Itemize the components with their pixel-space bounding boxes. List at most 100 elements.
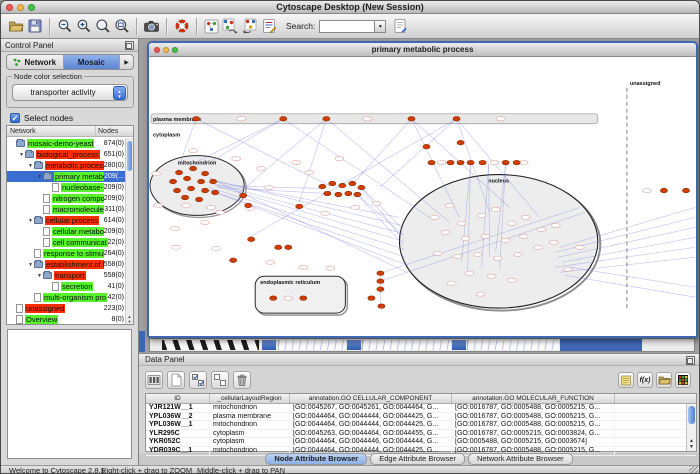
tab-node-attribute-browser[interactable]: Node Attribute Browser [265,453,367,465]
select-all-attributes-icon[interactable] [189,371,207,389]
table-column-header[interactable]: annotation.GO CELLULAR_COMPONENT [290,394,452,403]
network-canvas[interactable]: plasma membranecytoplasmmitochondrionnuc… [149,58,696,336]
table-row[interactable]: YPL036W__1mitochondrion[GO:0044464, GO:0… [146,421,696,430]
search-dropdown-arrow-icon[interactable]: ▼ [375,20,386,33]
search-input[interactable] [319,20,375,33]
tree-expander-icon[interactable]: ▼ [36,174,43,180]
table-scrollbar[interactable]: ▲▼ [686,404,696,451]
import-attributes-folder-icon[interactable] [656,372,672,388]
tree-expander-icon[interactable]: ▼ [27,218,34,224]
heatmap-matrix-icon[interactable] [675,372,691,388]
tree-row[interactable]: ▼biological_process651(0) [7,149,125,160]
annotation-icon[interactable] [259,16,278,36]
tree-row[interactable]: ▼cellular process614(0) [7,215,125,226]
table-cell-id: YLR295C [146,430,210,438]
label-endoplasmic-reticulum: endoplasmic reticulum [260,280,320,286]
label-nucleus: nucleus [488,179,509,185]
unselect-all-attributes-icon[interactable] [211,371,229,389]
notepad-icon[interactable] [618,372,634,388]
tree-expander-icon[interactable]: ▼ [27,262,34,268]
table-column-header[interactable]: ID [146,394,210,403]
tree-row[interactable]: macromolecule311(0) [7,204,125,215]
tree-row-label: cell communicat [52,238,108,247]
tree-row[interactable]: response to stimulu264(0) [7,248,125,259]
tree-row[interactable]: cell communicat22(0) [7,237,125,248]
network-label-node [457,221,466,225]
tree-scrollbar-thumb[interactable] [127,141,132,171]
tab-mosaic[interactable]: Mosaic [64,55,121,69]
tab-network-attribute-browser[interactable]: Network Attribute Browser [468,453,573,465]
background-windows-strip [149,338,695,352]
snapshot-camera-icon[interactable] [142,16,161,36]
select-nodes-checkbox[interactable]: ✓ [10,113,20,123]
tree-expander-icon[interactable]: ▼ [18,152,25,158]
background-window-fragment [347,340,361,350]
table-row[interactable]: YLR295Ccytoplasm[GO:0045263, GO:0044464,… [146,430,696,439]
node-color-dropdown[interactable]: transporter activity ▲▼ [12,84,128,101]
apply-layout-alt-icon[interactable] [240,16,259,36]
network-graph[interactable]: plasma membranecytoplasmmitochondrionnuc… [149,58,696,336]
tab-network[interactable]: Network [7,55,64,69]
new-attribute-icon[interactable] [167,371,185,389]
tree-row[interactable]: cellular metabo209(0) [7,226,125,237]
network-node [183,176,190,181]
tree-row[interactable]: nucleobase-209(0) [7,182,125,193]
tree-row[interactable]: ▼transport558(0) [7,270,125,281]
zoom-in-icon[interactable] [74,16,93,36]
tree-expander-icon[interactable]: ▼ [27,163,34,169]
tab-edge-attribute-browser[interactable]: Edge Attribute Browser [370,453,465,465]
table-column-header[interactable]: annotation.GO MOLECULAR_FUNCTION [452,394,615,403]
frame-minimize-button[interactable] [163,47,169,53]
status-zoom-hint: Right-click + drag to ZOOM [101,466,192,474]
data-panel-title: Data Panel [145,355,185,364]
zoom-selected-icon[interactable] [93,16,112,36]
table-scrollbar-arrows[interactable]: ▲▼ [687,438,696,450]
tree-row-node-count: 280(0) [104,162,125,169]
tree-row[interactable]: secretion41(0) [7,281,125,292]
birds-eye-view[interactable] [7,329,132,459]
network-node [195,197,202,202]
background-window-fragment [467,340,559,350]
network-node [240,193,247,198]
tree-row[interactable]: ▼primary metabo209(... [7,171,125,182]
resize-grip[interactable] [689,466,698,474]
file-icon [34,249,41,258]
float-panel-icon[interactable] [686,356,695,365]
table-row[interactable]: YJR121W__1mitochondrion[GO:0045267, GO:0… [146,404,696,413]
tree-expander-icon[interactable]: ▼ [36,273,43,279]
frame-zoom-button[interactable] [172,47,178,53]
tree-scrollbar-arrows[interactable]: ▲▼ [126,314,133,324]
help-lifering-icon[interactable] [172,16,191,36]
network-label-node [372,201,381,205]
table-row[interactable]: YKR052Ccytoplasm[GO:0044464, GO:0044446,… [146,438,696,447]
table-scrollbar-thumb[interactable] [688,406,695,424]
tab-overflow-arrow-icon[interactable]: ▶ [120,55,133,69]
tree-row[interactable]: mosaic-demo-yeast874(0) [7,138,125,149]
formula-fx-icon[interactable]: f(x) [637,372,653,388]
tree-row[interactable]: nitrogen compo209(0) [7,193,125,204]
tree-row[interactable]: unassigned223(0) [7,303,125,314]
tree-row[interactable]: multi-organism pro42(0) [7,292,125,303]
network-window-title: primary metabolic process [149,43,696,57]
frame-close-button[interactable] [154,47,160,53]
tree-row[interactable]: ▼metabolic process280(0) [7,160,125,171]
apply-layout-icon[interactable] [221,16,240,36]
delete-attribute-trash-icon[interactable] [233,371,251,389]
network-window-titlebar[interactable]: primary metabolic process [149,43,696,57]
zoom-out-icon[interactable] [55,16,74,36]
save-session-icon[interactable] [25,16,44,36]
open-session-icon[interactable] [6,16,25,36]
table-column-header[interactable]: _cellularLayoutRegion [210,394,290,403]
vizmapper-icon[interactable] [202,16,221,36]
tree-scrollbar[interactable]: ▲▼ [125,138,133,324]
tree-row[interactable]: ▼establishment of lo558(0) [7,259,125,270]
search-advanced-icon[interactable] [390,16,409,36]
network-edge [209,178,406,273]
tree-column-network: Network [7,126,95,136]
select-attributes-icon[interactable] [145,371,163,389]
attribute-table-header: ID_cellularLayoutRegionannotation.GO CEL… [146,394,696,404]
tree-row[interactable]: Overview8(0) [7,314,125,324]
float-panel-icon[interactable] [125,41,134,50]
zoom-fit-icon[interactable] [112,16,131,36]
table-row[interactable]: YPL036W__2plasma membrane[GO:0044464, GO… [146,413,696,422]
